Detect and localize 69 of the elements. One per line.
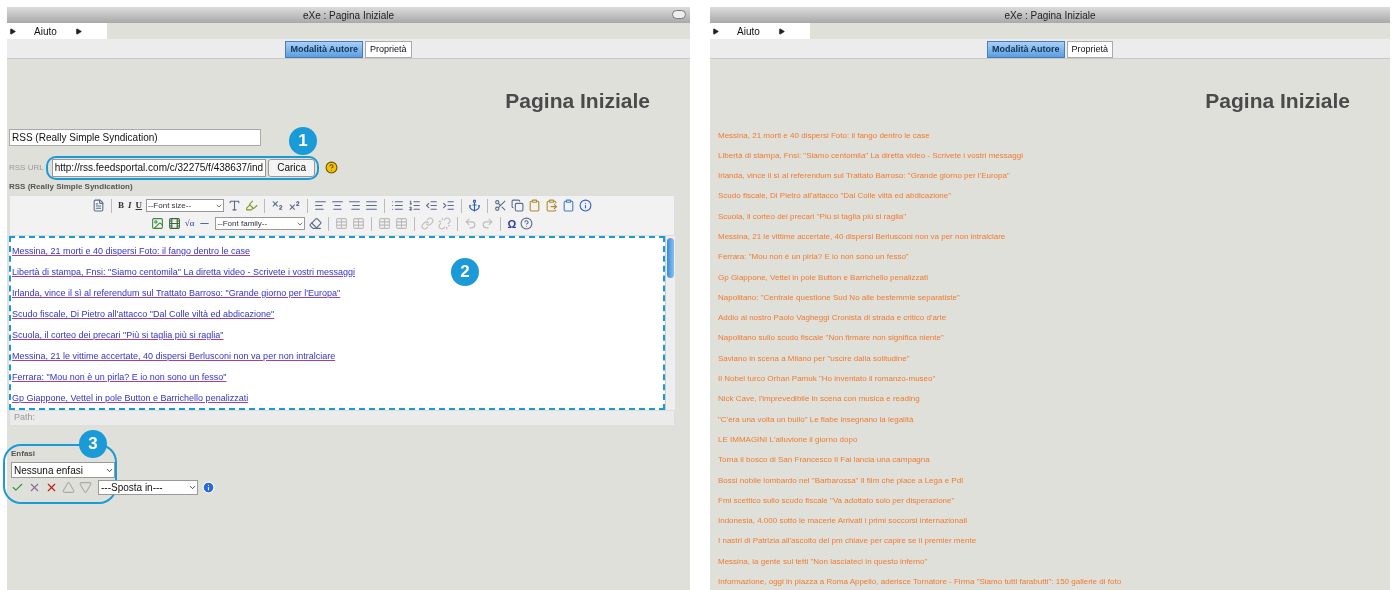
underline-button[interactable]: U [135,198,142,213]
copy-icon[interactable] [511,199,524,212]
subscript-icon[interactable] [271,199,284,212]
scrollbar[interactable] [665,236,675,410]
callout-number: 2 [451,258,479,286]
link[interactable]: Messina, 21 le vittime accertate, 40 dispersi Berlusconi non va per non intralciare [12,348,336,364]
numbered-list-icon[interactable] [408,199,421,212]
link[interactable]: Scudo fiscale, Di Pietro all'attacco "Dal Colle viltà ed abdicazione" [12,306,275,322]
link[interactable]: Scuola, il corteo dei precari "Più si taglia più si raglia" [12,327,224,343]
italic-button[interactable]: I [128,198,132,213]
special-character-button[interactable]: Ω [507,215,517,232]
editor-area[interactable] [9,236,665,410]
paste-icon[interactable] [528,199,541,212]
load-button[interactable]: Carica [268,158,316,177]
align-right-icon[interactable] [348,199,361,212]
text-color-icon[interactable] [228,199,241,212]
triangle-icon[interactable] [9,27,16,35]
align-justify-icon[interactable] [365,199,378,212]
check-icon[interactable] [11,481,24,494]
paste-text-icon[interactable] [545,199,558,212]
delete-icon[interactable] [45,481,58,494]
move-to-select[interactable]: ---Sposta in--- [98,480,198,495]
link[interactable]: Gp Giappone, Vettel in pole Button e Barrichello penalizzati [12,390,249,406]
font-size-select[interactable]: --Font size-- [146,199,224,212]
bullet-list-icon[interactable] [391,199,404,212]
info-icon[interactable] [579,199,592,212]
tab[interactable]: Modalità Autore [285,41,364,58]
help-icon[interactable] [325,161,339,174]
link[interactable]: Irlanda, vince il sì al referendum sul Trattato Barroso: "Grande giorno per l'Europa" [12,285,341,301]
window-title: eXe : Pagina Iniziale [302,8,395,23]
page-heading: Pagina Iniziale [505,88,650,114]
highlight-icon[interactable] [245,199,258,212]
callout-number: 1 [289,126,317,155]
superscript-icon[interactable] [288,199,301,212]
film-icon[interactable] [167,217,181,231]
help-icon[interactable] [520,217,534,231]
edit-icon[interactable] [309,217,323,231]
triangle-icon[interactable] [777,27,785,35]
page-heading: Pagina Iniziale [1205,88,1350,114]
anchor-icon[interactable] [468,199,481,212]
link[interactable]: Ferrara: "Mou non è un pirla? E io non sono un fesso" [12,369,227,385]
triangle-icon[interactable] [74,27,82,35]
align-center-icon[interactable] [331,199,344,212]
window-title: eXe : Pagina Iniziale [1004,8,1096,23]
path-label: Path: [14,411,35,425]
toolbar-toggle-button[interactable] [672,10,686,19]
link[interactable]: Libertà di stampa, Fnsi: "Siamo centomila" La diretta video - Scrivete i vostri messaggi [12,264,356,280]
tab[interactable]: Modalità Autore [986,41,1065,58]
align-left-icon[interactable] [314,199,327,212]
close-icon[interactable] [28,481,41,494]
field-label: RSS (Really Simple Syndication) [9,180,134,193]
tab[interactable]: Proprietà [365,41,412,58]
indent-icon[interactable] [442,199,455,212]
emphasis-label: Enfasi [11,448,36,460]
outdent-icon[interactable] [425,199,438,212]
image-icon[interactable] [150,217,164,231]
triangle-icon[interactable] [712,27,719,35]
cut-icon[interactable] [494,199,507,212]
callout-number: 3 [79,430,107,458]
url-field[interactable]: http://rss.feedsportal.com/c/32275/f/438637/ind [51,158,267,177]
math-button[interactable]: √α [184,217,195,231]
tab[interactable]: Proprietà [1066,41,1114,58]
emphasis-select[interactable]: Nessuna enfasi [11,462,115,478]
bold-button[interactable]: B [118,198,124,213]
paste-word-icon[interactable] [562,199,575,212]
font-family-select[interactable]: --Font family-- [215,217,306,231]
link[interactable]: Messina, 21 morti e 40 dispersi Foto: il fango dentro le case [12,243,251,259]
title-field[interactable]: RSS (Really Simple Syndication) [9,128,261,146]
new-document-icon[interactable] [92,199,105,212]
